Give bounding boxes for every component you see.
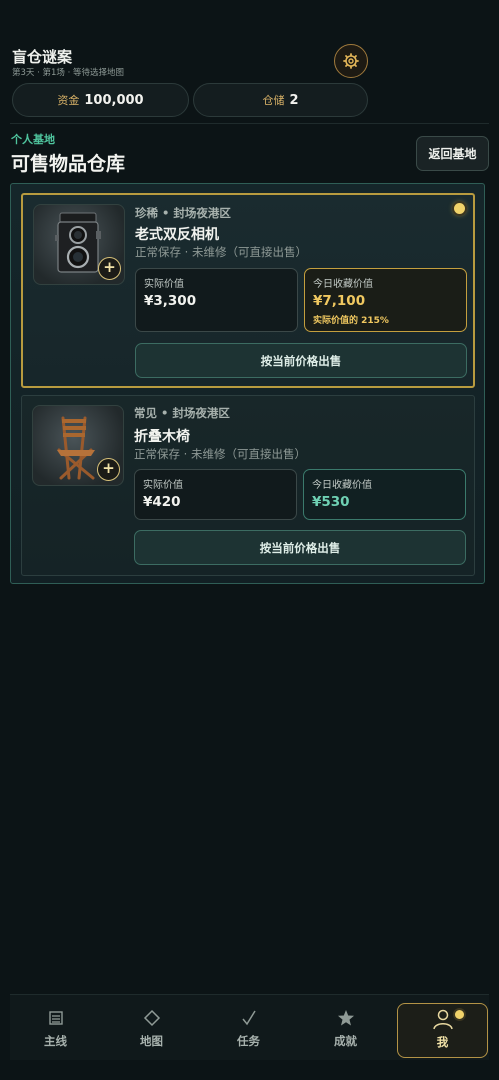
today-value-box: 今日收藏价值 ¥530 (303, 469, 466, 520)
nav-item-me[interactable]: 我 (397, 1003, 488, 1058)
sell-button[interactable]: 按当前价格出售 (134, 530, 466, 565)
check-icon (240, 1007, 258, 1029)
nav-item-main[interactable]: 主线 (10, 1003, 101, 1058)
nav-label: 主线 (44, 1034, 67, 1048)
today-value-label: 今日收藏价值 (312, 480, 372, 491)
nav-item-tasks[interactable]: 任务 (203, 1003, 294, 1058)
list-icon (48, 1007, 64, 1029)
item-meta: 常见 • 封场夜港区 (134, 406, 230, 420)
nav-label: 地图 (140, 1034, 163, 1048)
bottom-nav: 主线 地图 任务 成就 我 (10, 994, 489, 1060)
nav-label: 我 (436, 1035, 449, 1049)
notification-dot-icon (455, 1010, 464, 1019)
real-value: ¥420 (143, 494, 181, 510)
add-button[interactable]: + (98, 257, 121, 280)
item-thumbnail: + (32, 405, 124, 486)
item-name: 折叠木椅 (134, 429, 190, 445)
nav-item-map[interactable]: 地图 (106, 1003, 197, 1058)
item-thumbnail: + (33, 204, 125, 285)
nav-item-achievements[interactable]: 成就 (300, 1003, 391, 1058)
item-condition: 正常保存 · 未维修（可直接出售） (134, 447, 306, 461)
page-title: 可售物品仓库 (11, 153, 126, 175)
app-title: 盲仓谜案 (12, 48, 73, 66)
header-divider (10, 123, 489, 124)
storage-pill: 仓储 2 (193, 83, 368, 117)
item-condition: 正常保存 · 未维修（可直接出售） (135, 245, 307, 259)
person-icon (432, 1008, 454, 1030)
today-value: ¥530 (312, 494, 350, 510)
app-subtitle: 第3天 · 第1场 · 等待选择地图 (12, 68, 125, 78)
item-name: 老式双反相机 (135, 227, 219, 243)
section-kicker: 个人基地 (11, 133, 55, 146)
real-value-box: 实际价值 ¥420 (134, 469, 297, 520)
item-list: + 珍稀 • 封场夜港区 老式双反相机 正常保存 · 未维修（可直接出售） 实际… (10, 183, 485, 584)
today-value: ¥7,100 (313, 293, 366, 309)
star-icon (337, 1007, 355, 1029)
diamond-icon (143, 1007, 161, 1029)
nav-label: 任务 (237, 1034, 260, 1048)
real-value-label: 实际价值 (144, 279, 184, 290)
real-value-box: 实际价值 ¥3,300 (135, 268, 298, 332)
funds-value: 100,000 (84, 92, 144, 108)
funds-label: 资金 (57, 94, 80, 107)
today-value-note: 实际价值的 215% (313, 316, 389, 326)
storage-value: 2 (289, 92, 299, 108)
add-button[interactable]: + (97, 458, 120, 481)
today-value-label: 今日收藏价值 (313, 279, 373, 290)
sell-button[interactable]: 按当前价格出售 (135, 343, 467, 378)
settings-button[interactable] (334, 44, 368, 78)
nav-label: 成就 (334, 1034, 357, 1048)
real-value: ¥3,300 (144, 293, 197, 309)
storage-label: 仓储 (262, 94, 285, 107)
item-card[interactable]: + 珍稀 • 封场夜港区 老式双反相机 正常保存 · 未维修（可直接出售） 实际… (21, 193, 475, 388)
item-card[interactable]: + 常见 • 封场夜港区 折叠木椅 正常保存 · 未维修（可直接出售） 实际价值… (21, 395, 475, 576)
gear-icon (343, 53, 359, 69)
item-meta: 珍稀 • 封场夜港区 (135, 206, 231, 220)
today-value-box: 今日收藏价值 ¥7,100 实际价值的 215% (304, 268, 467, 332)
real-value-label: 实际价值 (143, 480, 183, 491)
back-to-base-button[interactable]: 返回基地 (416, 136, 489, 171)
funds-pill: 资金 100,000 (12, 83, 189, 117)
highlight-dot-icon (454, 203, 465, 214)
